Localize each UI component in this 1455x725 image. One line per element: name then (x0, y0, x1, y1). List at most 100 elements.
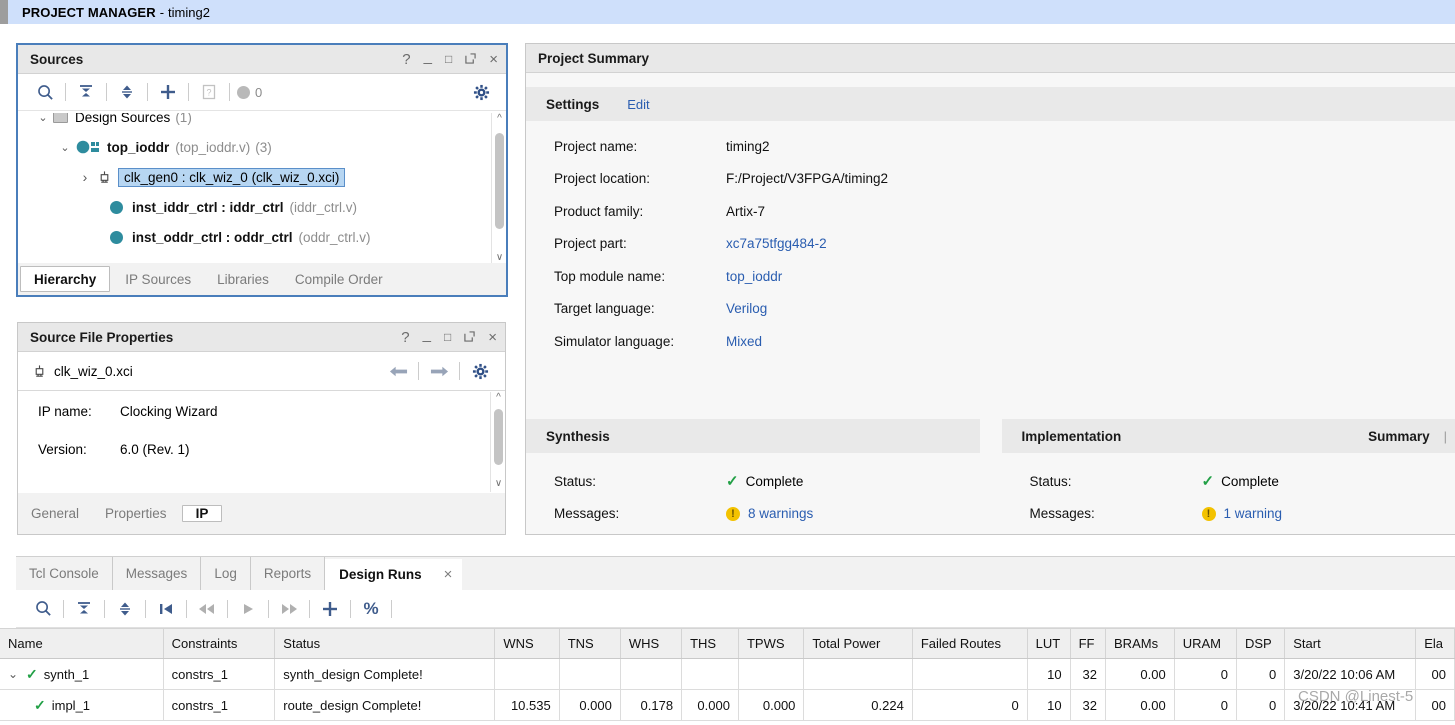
col-name[interactable]: Name (0, 628, 164, 659)
chevron-down-icon[interactable]: ⌄ (8, 667, 22, 681)
settings-value-link[interactable]: Verilog (726, 301, 767, 316)
toolbar-divider (418, 362, 419, 380)
scrollbar-thumb[interactable] (494, 409, 503, 465)
close-icon[interactable]: × (444, 566, 453, 583)
tab-hierarchy[interactable]: Hierarchy (20, 266, 111, 292)
col-whs[interactable]: WHS (620, 628, 683, 659)
col-lut[interactable]: LUT (1027, 628, 1071, 659)
close-icon[interactable]: × (489, 52, 498, 67)
warning-icon: ! (726, 506, 740, 521)
scrollbar-thumb[interactable] (495, 133, 504, 229)
run-tpws (738, 658, 805, 690)
plus-icon[interactable] (317, 596, 343, 622)
tab-general[interactable]: General (18, 506, 92, 521)
tab-design-runs[interactable]: Design Runs × (325, 559, 463, 590)
chevron-down-icon[interactable]: ⌄ (58, 141, 72, 154)
col-constraints[interactable]: Constraints (163, 628, 276, 659)
help-icon[interactable]: ? (402, 52, 410, 67)
tab-ip-sources[interactable]: IP Sources (112, 263, 204, 295)
col-tns[interactable]: TNS (559, 628, 621, 659)
tree-vertical-scrollbar[interactable]: ^ ∨ (491, 113, 506, 266)
col-tpws[interactable]: TPWS (738, 628, 805, 659)
run-name-cell[interactable]: ⌄ ✓ synth_1 (0, 658, 164, 690)
settings-heading: Settings (546, 96, 600, 112)
arrow-left-icon[interactable] (385, 358, 411, 384)
warning-icon: ! (1201, 506, 1216, 521)
search-icon[interactable] (32, 79, 58, 105)
help-icon[interactable]: ? (401, 330, 409, 345)
properties-vertical-scrollbar[interactable]: ^ ∨ (490, 392, 505, 492)
scroll-up-arrow-icon[interactable]: ^ (492, 113, 506, 127)
col-brams[interactable]: BRAMs (1105, 628, 1175, 659)
chevron-down-icon[interactable]: ⌄ (36, 113, 50, 124)
implementation-header: Implementation Summary | (1001, 419, 1455, 453)
tab-tcl-console[interactable]: Tcl Console (16, 557, 113, 590)
col-total-power[interactable]: Total Power (803, 628, 913, 659)
search-icon[interactable] (30, 596, 56, 622)
col-ff[interactable]: FF (1070, 628, 1107, 659)
col-uram[interactable]: URAM (1174, 628, 1237, 659)
expand-collapse-icon[interactable] (112, 596, 138, 622)
float-icon[interactable] (465, 52, 476, 66)
tab-ip[interactable]: IP (181, 505, 223, 522)
tab-libraries[interactable]: Libraries (204, 263, 282, 295)
report-icon[interactable]: ? (196, 79, 222, 105)
svg-text:?: ? (206, 88, 211, 98)
arrow-right-icon[interactable] (426, 358, 452, 384)
synthesis-messages-row: Messages: ! 8 warnings (526, 498, 980, 531)
run-name-cell[interactable]: ✓ impl_1 (0, 689, 164, 721)
implementation-summary-link[interactable]: Summary (1368, 429, 1430, 444)
collapse-all-icon[interactable] (73, 79, 99, 105)
chevron-right-icon[interactable]: › (78, 169, 92, 185)
maximize-icon[interactable]: □ (444, 331, 451, 343)
col-wns[interactable]: WNS (494, 628, 560, 659)
scroll-down-arrow-icon[interactable]: ∨ (491, 478, 505, 492)
settings-value-link[interactable]: Mixed (726, 334, 762, 349)
rewind-icon[interactable] (194, 596, 220, 622)
col-elapsed[interactable]: Ela (1415, 628, 1455, 659)
tree-row[interactable]: inst_iddr_ctrl : iddr_ctrl (iddr_ctrl.v) (18, 192, 506, 222)
table-row[interactable]: ⌄ ✓ synth_1 constrs_1 synth_design Compl… (0, 658, 1455, 690)
play-icon[interactable] (235, 596, 261, 622)
maximize-icon[interactable]: □ (445, 53, 452, 65)
run-ths (681, 658, 739, 690)
settings-value-link[interactable]: top_ioddr (726, 269, 782, 284)
float-icon[interactable] (464, 330, 475, 344)
tree-row-selected[interactable]: › clk_gen0 : clk_wiz_0 (clk_wiz_0.xci) (18, 162, 506, 192)
tree-item-file: (iddr_ctrl.v) (289, 199, 358, 215)
tree-row[interactable]: inst_oddr_ctrl : oddr_ctrl (oddr_ctrl.v) (18, 222, 506, 252)
sources-tree[interactable]: ⌄ Design Sources (1) ⌄ top_ioddr (top_io… (18, 113, 506, 266)
tab-log[interactable]: Log (201, 557, 251, 590)
col-dsp[interactable]: DSP (1236, 628, 1286, 659)
implementation-messages-value[interactable]: 1 warning (1224, 506, 1283, 521)
expand-collapse-icon[interactable] (114, 79, 140, 105)
gear-icon[interactable] (468, 79, 494, 105)
tab-properties[interactable]: Properties (92, 506, 180, 521)
scroll-up-arrow-icon[interactable]: ^ (491, 392, 505, 406)
table-row[interactable]: ✓ impl_1 constrs_1 route_design Complete… (0, 689, 1455, 721)
skip-start-icon[interactable] (153, 596, 179, 622)
sources-panel-titlebar: Sources ? _ □ × (18, 45, 506, 74)
col-status[interactable]: Status (274, 628, 496, 659)
tab-reports[interactable]: Reports (251, 557, 326, 590)
collapse-all-icon[interactable] (71, 596, 97, 622)
tab-compile-order[interactable]: Compile Order (282, 263, 396, 295)
tree-row[interactable]: ⌄ Design Sources (1) (18, 113, 506, 132)
col-failed-routes[interactable]: Failed Routes (912, 628, 1028, 659)
minimize-icon[interactable]: _ (424, 49, 432, 64)
toolbar-divider (145, 599, 146, 618)
col-start[interactable]: Start (1284, 628, 1417, 659)
fast-forward-icon[interactable] (276, 596, 302, 622)
synthesis-messages-value[interactable]: 8 warnings (748, 506, 813, 521)
minimize-icon[interactable]: _ (423, 327, 431, 342)
tree-row[interactable]: ⌄ top_ioddr (top_ioddr.v) (3) (18, 132, 506, 162)
gear-icon[interactable] (467, 358, 493, 384)
percent-icon[interactable]: % (358, 596, 384, 622)
settings-edit-link[interactable]: Edit (627, 97, 649, 112)
check-icon: ✓ (1201, 473, 1215, 491)
col-ths[interactable]: THS (681, 628, 739, 659)
plus-icon[interactable] (155, 79, 181, 105)
settings-value-link[interactable]: xc7a75tfgg484-2 (726, 236, 827, 251)
tab-messages[interactable]: Messages (113, 557, 202, 590)
close-icon[interactable]: × (488, 330, 497, 345)
